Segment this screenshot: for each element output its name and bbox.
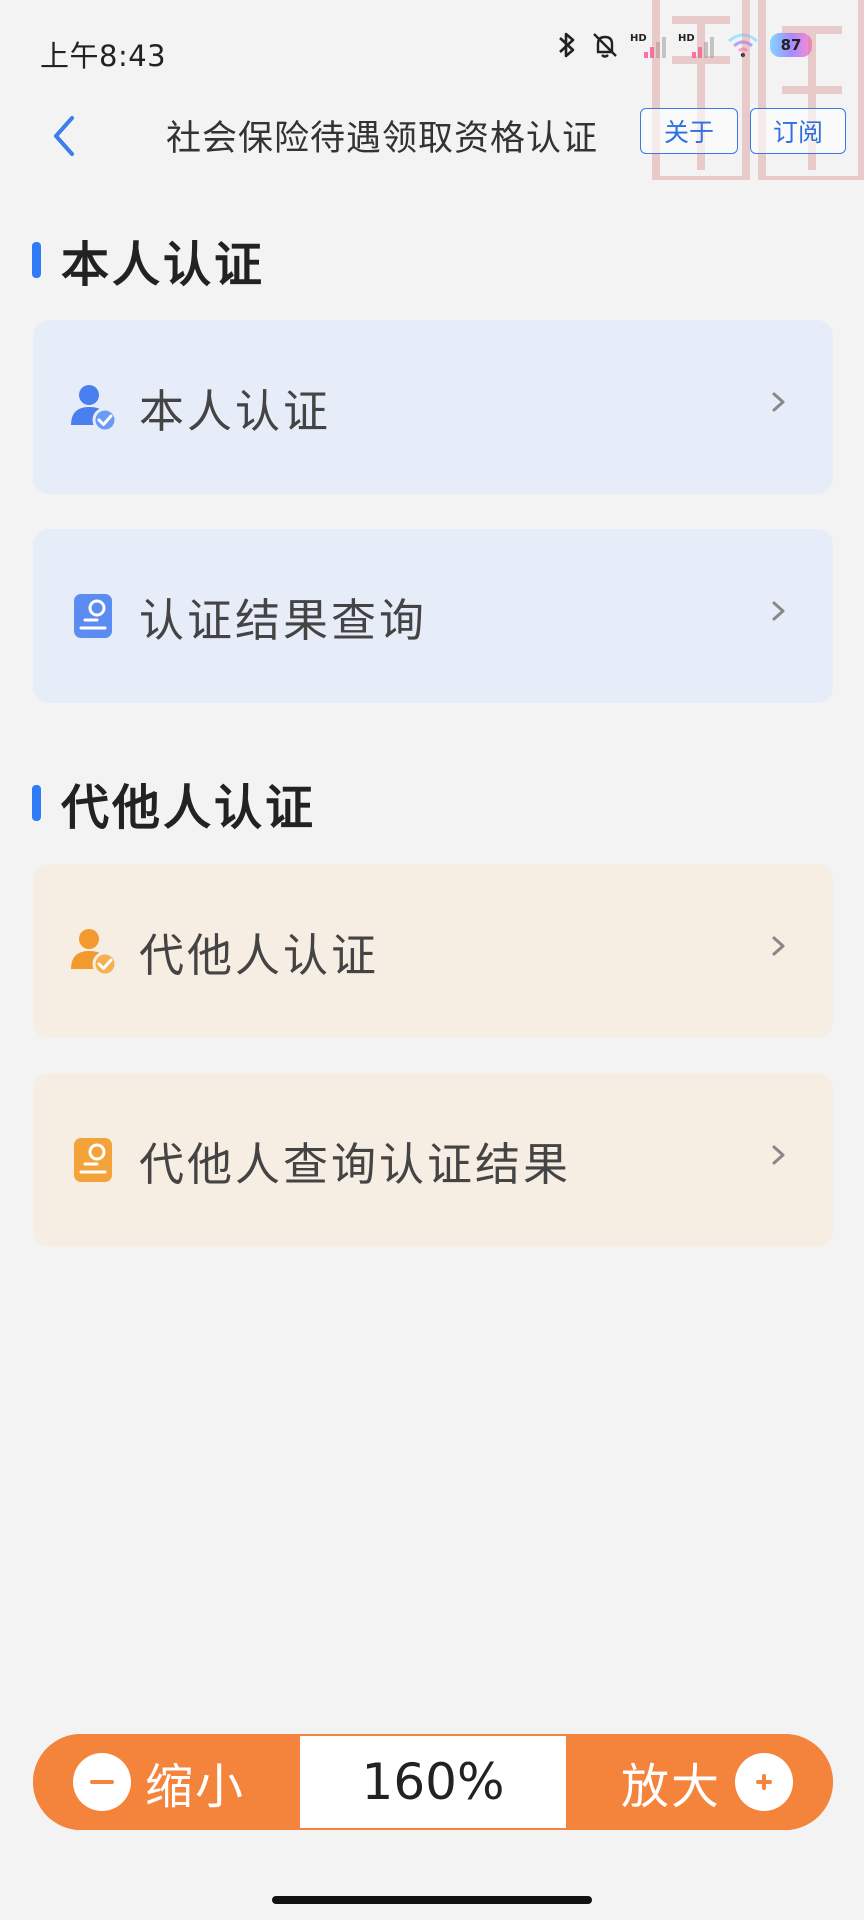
status-time: 上午8:43	[40, 39, 167, 73]
home-indicator[interactable]	[272, 1896, 592, 1904]
section-title-self: 本人认证	[32, 225, 265, 295]
section-title-others: 代他人认证	[32, 768, 316, 838]
card-label: 本人认证	[139, 384, 332, 438]
id-card-icon	[74, 594, 112, 638]
zoom-out-label: 缩小	[145, 1759, 246, 1815]
back-button[interactable]	[44, 106, 84, 166]
card-label: 认证结果查询	[139, 593, 428, 647]
font-zoom-control: 缩小 160% 放大	[33, 1734, 833, 1830]
zoom-level: 160%	[300, 1736, 566, 1828]
id-card-icon	[74, 1138, 112, 1182]
chevron-right-icon	[772, 601, 785, 621]
mute-bell-icon	[593, 33, 617, 58]
section-accent-bar	[32, 242, 41, 278]
chevron-right-icon	[772, 936, 785, 956]
user-check-icon	[71, 385, 118, 433]
subscribe-button[interactable]: 订阅	[750, 108, 846, 154]
zoom-out-button[interactable]: 缩小	[33, 1734, 300, 1830]
zoom-in-button[interactable]: 放大	[566, 1734, 833, 1830]
chevron-right-icon	[772, 1145, 785, 1165]
card-self-auth[interactable]: 本人认证	[33, 320, 833, 494]
card-proxy-result-query[interactable]: 代他人查询认证结果	[33, 1073, 833, 1247]
section-title-text: 本人认证	[61, 237, 266, 293]
chevron-right-icon	[772, 392, 785, 412]
minus-icon	[73, 1753, 131, 1811]
section-title-text: 代他人认证	[61, 780, 317, 836]
section-accent-bar	[32, 785, 41, 821]
card-label: 代他人查询认证结果	[139, 1137, 572, 1191]
nav-bar: 社会保险待遇领取资格认证 关于 订阅	[0, 100, 864, 180]
page-title: 社会保险待遇领取资格认证	[166, 119, 599, 159]
user-check-icon	[71, 929, 118, 977]
bluetooth-icon	[559, 32, 575, 58]
about-button[interactable]: 关于	[640, 108, 738, 154]
card-label: 代他人认证	[139, 928, 380, 982]
svg-text:HD: HD	[630, 33, 647, 44]
card-proxy-auth[interactable]: 代他人认证	[33, 864, 833, 1038]
card-self-result-query[interactable]: 认证结果查询	[33, 529, 833, 703]
plus-icon	[735, 1753, 793, 1811]
zoom-in-label: 放大	[620, 1759, 721, 1815]
